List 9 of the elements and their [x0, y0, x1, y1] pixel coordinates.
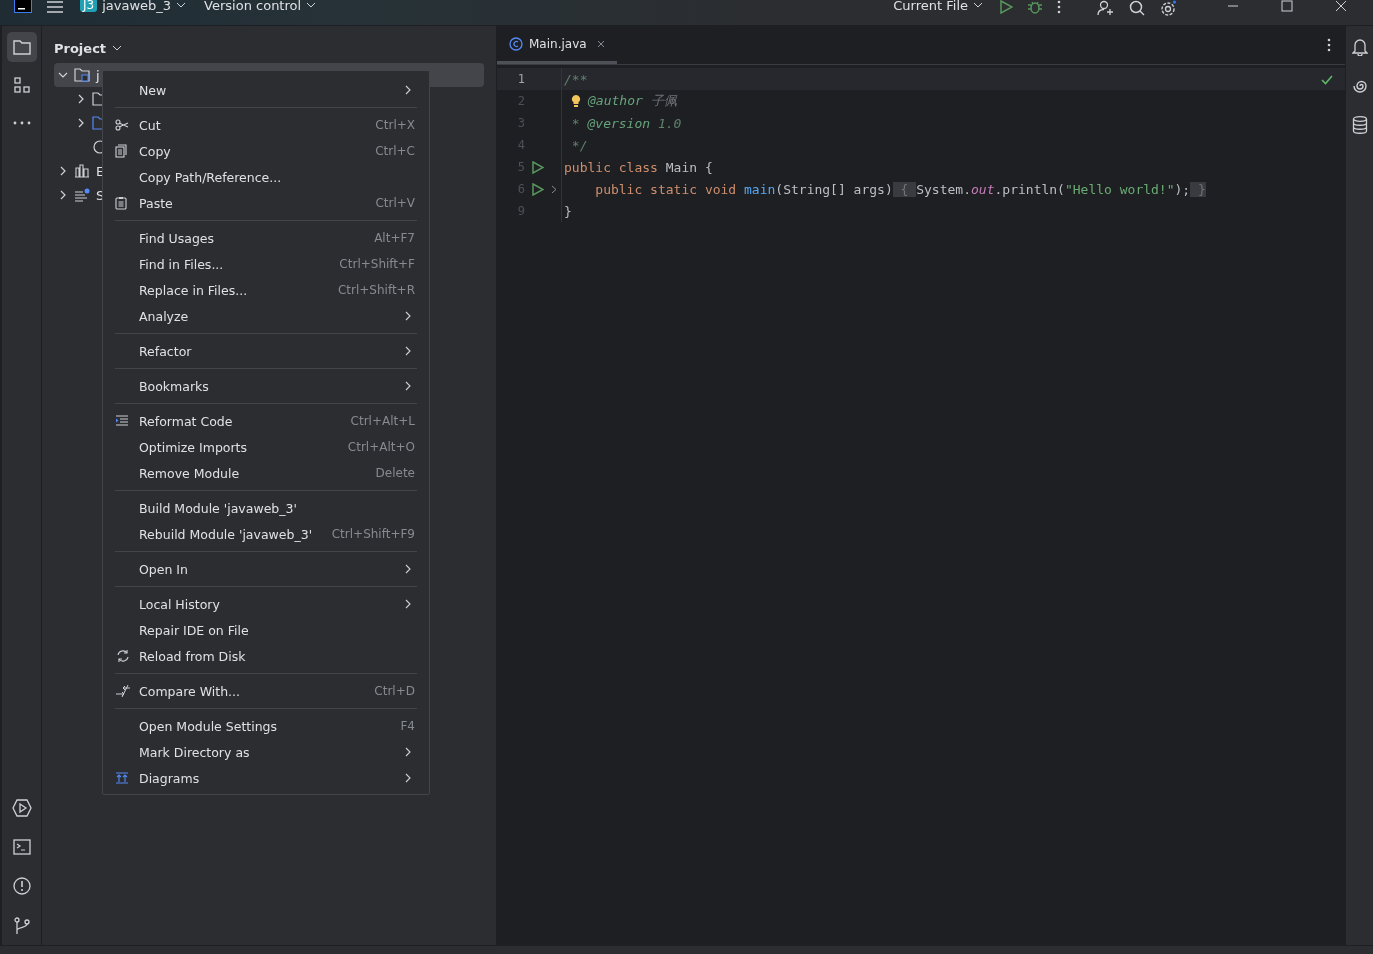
tree-label: j — [96, 67, 100, 83]
code-line: } — [564, 203, 572, 219]
code-line: */ — [570, 137, 588, 153]
code-line: /** — [564, 71, 588, 87]
line-number: 1 — [516, 72, 525, 86]
code-line: @author 子佩 — [588, 92, 677, 110]
code-line: public class Main { — [564, 159, 713, 175]
code-line: * @version 1.0 — [570, 115, 682, 131]
code-line: public static void main(String[] args) { System.out.println("Hello world!"); } — [594, 181, 1206, 197]
